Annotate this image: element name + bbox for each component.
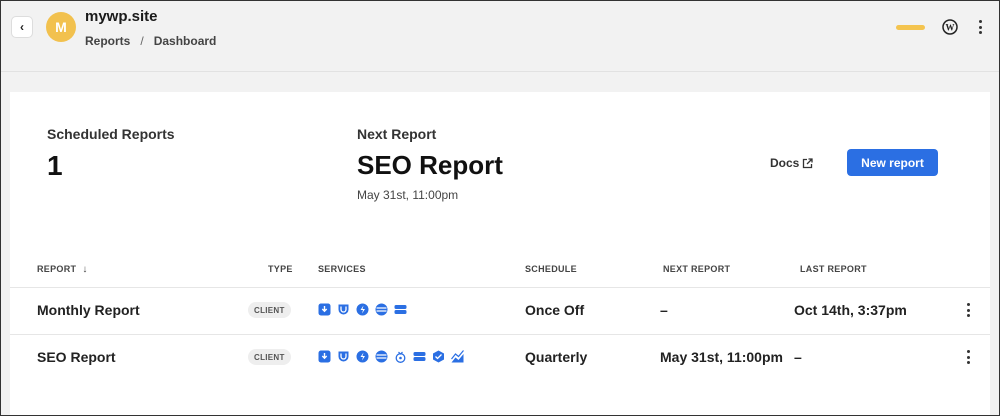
analytics-icon (395, 351, 406, 363)
breadcrumb-separator: / (140, 34, 144, 48)
site-title: mywp.site (85, 8, 158, 25)
next-report-label: Next Report (357, 126, 437, 142)
report-name: SEO Report (37, 349, 116, 365)
services-list (318, 303, 407, 316)
hosting-icon (394, 305, 407, 314)
docs-label: Docs (770, 156, 800, 170)
svg-text:W: W (946, 23, 955, 33)
uptime-icon (375, 350, 388, 363)
status-indicator (896, 25, 925, 30)
table-row[interactable]: SEO Report CLIENT Quarterly May 31st, 11… (10, 334, 990, 382)
back-button[interactable]: ‹ (11, 16, 33, 38)
next-report-name: SEO Report (357, 150, 503, 180)
wordpress-icon[interactable]: W (942, 19, 958, 35)
reports-card: Scheduled Reports 1 Next Report SEO Repo… (10, 92, 990, 416)
schedule-value: Quarterly (525, 349, 588, 365)
security-icon (338, 351, 349, 362)
docs-link[interactable]: Docs (770, 156, 813, 170)
new-report-button[interactable]: New report (847, 149, 938, 176)
scheduled-reports-count: 1 (47, 150, 63, 181)
row-more-icon[interactable] (963, 301, 973, 319)
column-header-next-report: NEXT REPORT (663, 264, 731, 274)
column-header-schedule: SCHEDULE (525, 264, 577, 274)
column-header-report[interactable]: REPORT ↓ (37, 264, 88, 275)
next-report-value: – (660, 302, 668, 318)
schedule-value: Once Off (525, 302, 585, 318)
site-avatar: M (46, 12, 76, 42)
breadcrumb-dashboard: Dashboard (153, 34, 217, 48)
traffic-icon (451, 350, 464, 363)
column-header-last-report: LAST REPORT (800, 264, 867, 274)
type-badge: CLIENT (248, 349, 291, 365)
chevron-left-icon: ‹ (20, 20, 24, 34)
table-row[interactable]: Monthly Report CLIENT Once Off – Oct 14t… (10, 287, 990, 335)
column-header-services: SERVICES (318, 264, 366, 274)
last-report-value: – (794, 349, 802, 365)
uptime-icon (375, 303, 388, 316)
services-list (318, 350, 464, 363)
performance-icon (356, 303, 369, 316)
report-name: Monthly Report (37, 302, 140, 318)
last-report-value: Oct 14th, 3:37pm (794, 302, 907, 318)
external-link-icon (803, 157, 813, 168)
backup-icon (318, 303, 331, 316)
breadcrumb: Reports / Dashboard (85, 34, 216, 48)
column-header-type: TYPE (268, 264, 293, 274)
seo-icon (433, 350, 444, 363)
row-more-icon[interactable] (963, 348, 973, 366)
type-badge: CLIENT (248, 302, 291, 318)
hosting-icon (413, 352, 426, 361)
scheduled-reports-label: Scheduled Reports (47, 126, 175, 142)
next-report-value: May 31st, 11:00pm (660, 349, 783, 365)
performance-icon (356, 350, 369, 363)
header-more-icon[interactable] (974, 17, 986, 37)
security-icon (338, 304, 349, 315)
next-report-date: May 31st, 11:00pm (357, 188, 459, 202)
sort-down-icon: ↓ (82, 264, 88, 275)
top-bar: ‹ M mywp.site Reports / Dashboard W (0, 0, 1000, 72)
breadcrumb-reports[interactable]: Reports (85, 34, 130, 48)
backup-icon (318, 350, 331, 363)
